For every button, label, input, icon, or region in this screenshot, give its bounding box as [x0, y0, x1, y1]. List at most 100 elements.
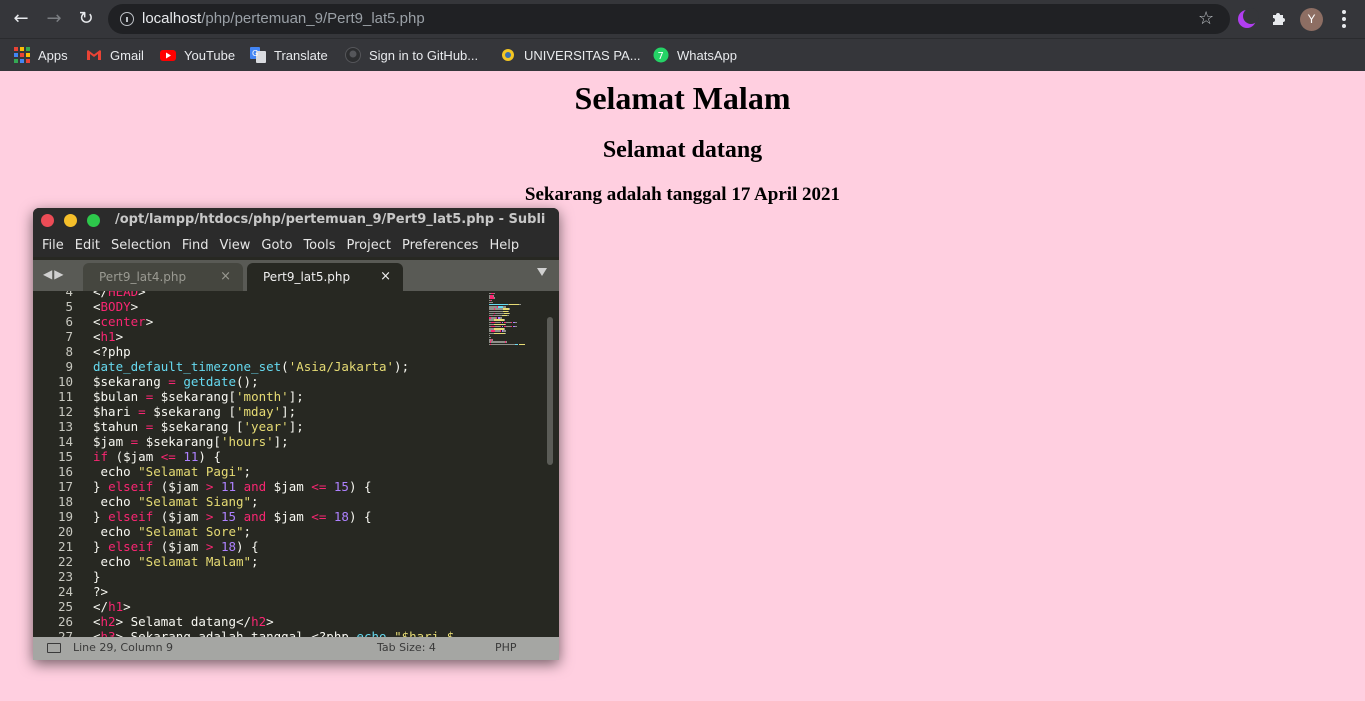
code-line[interactable]: $bulan = $sekarang['month']; [93, 389, 483, 404]
forward-button[interactable]: → [42, 7, 66, 31]
code-line[interactable]: <?php [93, 344, 483, 359]
extensions-puzzle-icon[interactable] [1270, 9, 1288, 27]
browser-menu-button[interactable] [1337, 8, 1351, 30]
panel-toggle-icon[interactable] [47, 643, 61, 653]
code-line[interactable]: <h2> Selamat datang</h2> [93, 614, 483, 629]
profile-avatar[interactable]: Y [1300, 8, 1323, 31]
editor-statusbar: Line 29, Column 9 Tab Size: 4 PHP [33, 637, 559, 660]
code-token: ); [394, 359, 410, 374]
reload-icon: ↻ [78, 8, 94, 29]
code-area[interactable]: 4 5 6 7 8 9 10 11 12 13 14 15 16 17 18 19 20 21 22 23 24 25 26… [33, 291, 559, 637]
code-line[interactable]: date_default_timezone_set('Asia/Jakarta'… [93, 359, 483, 374]
code-line[interactable]: } elseif ($jam > 15 and $jam <= 18) { [93, 509, 483, 524]
url-text[interactable]: localhost/php/pertemuan_9/Pert9_lat5.php [142, 10, 425, 27]
tab-list-dropdown-icon[interactable] [537, 268, 547, 276]
code-line[interactable]: <center> [93, 314, 483, 329]
code-line[interactable]: echo "Selamat Sore"; [93, 524, 483, 539]
line-number: 21 [57, 539, 73, 554]
syntax-indicator[interactable]: PHP [495, 641, 517, 654]
url-host: localhost [142, 10, 202, 27]
arrow-right-icon: → [46, 8, 62, 29]
bookmark-gmail[interactable]: Gmail [86, 45, 144, 65]
line-number-gutter: 4 5 6 7 8 9 10 11 12 13 14 15 16 17 18 19 20 21 22 23 24 25 26… [33, 291, 73, 637]
code-line[interactable]: </h1> [93, 599, 483, 614]
code-token: ]; [288, 389, 304, 404]
menu-selection[interactable]: Selection [111, 238, 171, 253]
site-info-icon[interactable] [120, 12, 134, 26]
code-line[interactable]: $tahun = $sekarang ['year']; [93, 419, 483, 434]
code-line[interactable]: <h3> Sekarang adalah tanggal <?php echo … [93, 629, 483, 637]
code-token: < [93, 299, 101, 314]
menu-help[interactable]: Help [489, 238, 519, 253]
tab-pert9-lat4[interactable]: Pert9_lat4.php × [83, 263, 243, 291]
code-line[interactable]: if ($jam <= 11) { [93, 449, 483, 464]
minimap-token [519, 343, 525, 345]
bookmark-university[interactable]: UNIVERSITAS PA... [500, 45, 641, 65]
menu-file[interactable]: File [42, 238, 64, 253]
code-line[interactable]: $sekarang = getdate(); [93, 374, 483, 389]
back-button[interactable]: ← [9, 7, 33, 31]
code-token: $sekarang [ [153, 419, 244, 434]
arrow-left-icon: ← [13, 8, 29, 29]
menu-preferences[interactable]: Preferences [402, 238, 478, 253]
code-line[interactable]: </HEAD> [93, 291, 483, 299]
bookmark-whatsapp[interactable]: 7 WhatsApp [653, 45, 737, 65]
code-line[interactable]: } elseif ($jam > 18) { [93, 539, 483, 554]
code-text[interactable]: </HEAD> <BODY> <center> <h1> <?php date_defau… [93, 291, 483, 637]
code-line[interactable]: $hari = $sekarang ['mday']; [93, 404, 483, 419]
minimap-token [494, 297, 496, 299]
code-line[interactable]: echo "Selamat Siang"; [93, 494, 483, 509]
code-token: $jam [93, 434, 131, 449]
menu-goto[interactable]: Goto [261, 238, 292, 253]
code-token: echo [93, 494, 139, 509]
close-window-button[interactable] [41, 214, 54, 227]
sublime-text-window[interactable]: /opt/lampp/htdocs/php/pertemuan_9/Pert9_… [33, 208, 559, 660]
code-line[interactable]: <BODY> [93, 299, 483, 314]
code-line[interactable]: echo "Selamat Pagi"; [93, 464, 483, 479]
minimap-token [499, 317, 502, 319]
vertical-scrollbar[interactable] [547, 317, 553, 465]
tab-scroll-arrows-icon[interactable]: ◀▶ [43, 267, 65, 281]
bookmark-youtube[interactable]: YouTube [160, 45, 235, 65]
bookmark-apps[interactable]: Apps [14, 45, 68, 65]
tab-size-indicator[interactable]: Tab Size: 4 [377, 641, 436, 654]
code-line[interactable]: ?> [93, 584, 483, 599]
minimize-window-button[interactable] [64, 214, 77, 227]
tab-pert9-lat5[interactable]: Pert9_lat5.php × [247, 263, 403, 291]
bookmark-translate[interactable]: G Translate [250, 45, 328, 65]
reload-button[interactable]: ↻ [74, 7, 98, 31]
minimap[interactable] [489, 291, 545, 351]
code-token: < [93, 614, 101, 629]
code-line[interactable]: } elseif ($jam > 11 and $jam <= 15) { [93, 479, 483, 494]
code-line[interactable]: } [93, 569, 483, 584]
menu-view[interactable]: View [220, 238, 251, 253]
bookmark-github[interactable]: Sign in to GitHub... [345, 45, 478, 65]
window-titlebar[interactable]: /opt/lampp/htdocs/php/pertemuan_9/Pert9_… [33, 208, 559, 233]
bookmark-label: Translate [274, 47, 328, 63]
tab-close-icon[interactable]: × [380, 269, 391, 284]
address-bar[interactable]: localhost/php/pertemuan_9/Pert9_lat5.php… [108, 4, 1230, 34]
maximize-window-button[interactable] [87, 214, 100, 227]
code-token: 18 [220, 539, 237, 554]
menu-tools[interactable]: Tools [303, 238, 335, 253]
tab-close-icon[interactable]: × [220, 269, 231, 284]
menu-edit[interactable]: Edit [75, 238, 100, 253]
line-number: 14 [57, 434, 73, 449]
bookmark-label: WhatsApp [677, 47, 737, 63]
minimap-token [491, 341, 505, 343]
code-line[interactable]: $jam = $sekarang['hours']; [93, 434, 483, 449]
code-line[interactable]: <h1> [93, 329, 483, 344]
menu-find[interactable]: Find [182, 238, 209, 253]
code-token: 18 [333, 509, 349, 524]
menu-project[interactable]: Project [346, 238, 390, 253]
line-number: 8 [65, 344, 73, 359]
code-token: 'Asia/Jakarta' [288, 359, 395, 374]
code-token: ?> [93, 584, 109, 599]
line-number: 19 [57, 509, 73, 524]
minimap-token [503, 306, 506, 308]
bookmark-star-icon[interactable]: ☆ [1198, 8, 1214, 29]
dark-mode-extension-icon[interactable] [1238, 8, 1259, 28]
code-line[interactable]: echo "Selamat Malam"; [93, 554, 483, 569]
line-number: 22 [57, 554, 73, 569]
minimap-token [508, 308, 510, 310]
